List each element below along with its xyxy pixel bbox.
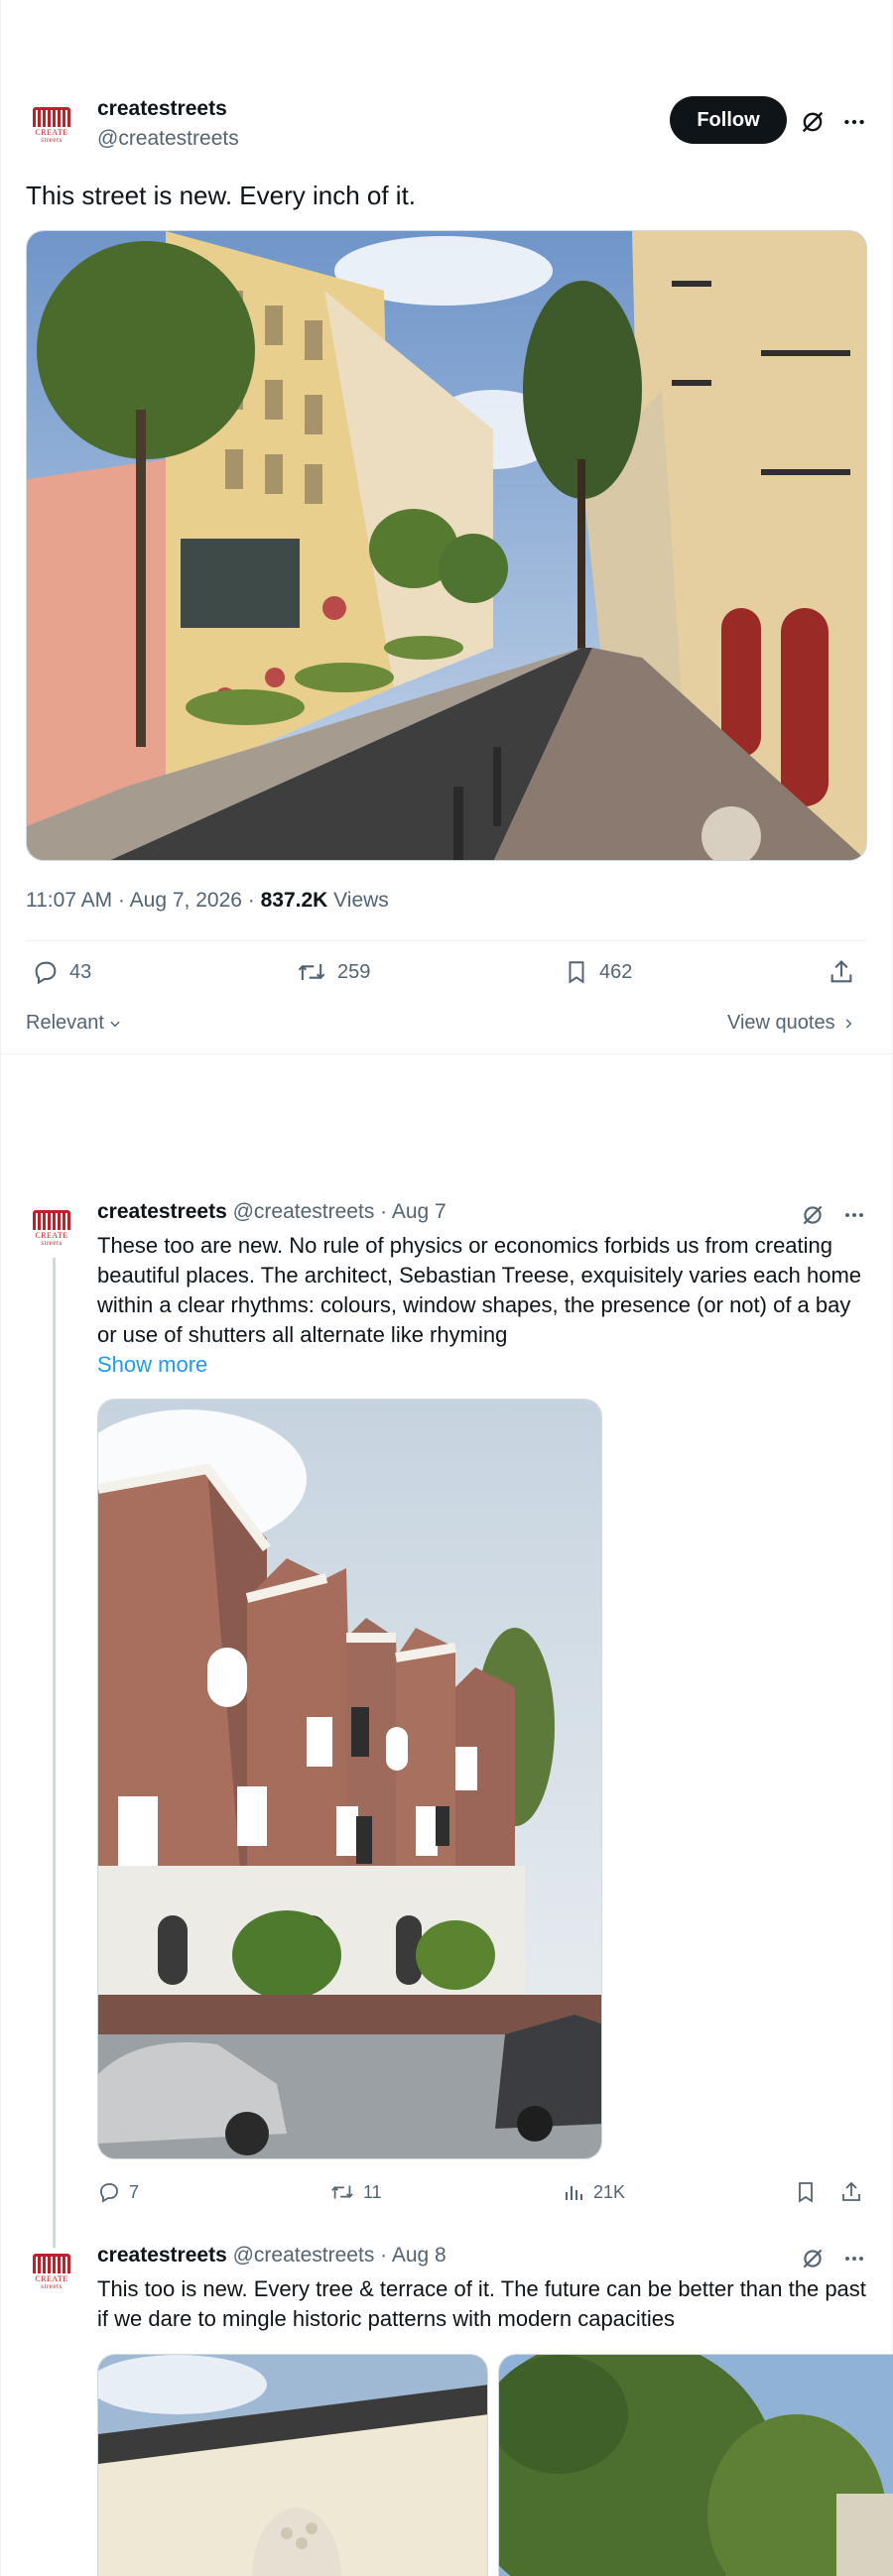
- chevron-right-icon: [841, 1017, 855, 1031]
- avatar-logo-subtext: streets: [41, 2281, 63, 2290]
- tweet-timestamp[interactable]: 11:07 AM · Aug 7, 2026 ·: [26, 889, 261, 912]
- views-count: 837.2K: [260, 889, 328, 912]
- views-icon: [562, 2180, 585, 2204]
- bookmark-count: 462: [599, 960, 633, 983]
- show-more-link[interactable]: Show more: [97, 1350, 207, 1380]
- avatar-logo-building: [33, 2253, 70, 2273]
- views-label: Views: [327, 889, 389, 912]
- reply-views-count: 21K: [593, 2181, 626, 2202]
- retweet-button[interactable]: 259: [296, 958, 370, 986]
- reply-icon: [32, 958, 60, 986]
- reply-header: createstreets @createstreets · Aug 7: [97, 1200, 446, 1224]
- reply-photo-1[interactable]: [97, 2354, 488, 2576]
- reply-avatar[interactable]: CREATE streets: [28, 2248, 75, 2295]
- reply-icon: [97, 2180, 121, 2204]
- reply-reply-count: 7: [129, 2181, 140, 2202]
- retweet-icon: [296, 958, 327, 986]
- avatar-logo-subtext: streets: [41, 1238, 63, 1247]
- more-icon[interactable]: [835, 103, 873, 141]
- tweet-meta: 11:07 AM · Aug 7, 2026 · 837.2K Views: [26, 889, 389, 913]
- reply-display-name[interactable]: createstreets: [97, 2244, 227, 2267]
- section-divider: [0, 1053, 893, 1054]
- reply-header: createstreets @createstreets · Aug 8: [97, 2244, 446, 2268]
- reply-reply-button[interactable]: 7: [97, 2180, 139, 2204]
- more-icon[interactable]: [835, 1200, 873, 1230]
- user-handle[interactable]: @createstreets: [97, 127, 239, 151]
- reply-handle-date[interactable]: @createstreets · Aug 8: [233, 2244, 446, 2267]
- reply-text: These too are new. No rule of physics or…: [97, 1233, 862, 1347]
- grok-icon[interactable]: [794, 103, 831, 141]
- grok-icon[interactable]: [794, 1200, 831, 1230]
- bookmark-icon[interactable]: [794, 2180, 818, 2204]
- sort-label: Relevant: [26, 1012, 104, 1034]
- reply-retweet-count: 11: [363, 2181, 382, 2202]
- bookmark-button[interactable]: 462: [564, 958, 632, 986]
- divider: [26, 940, 867, 941]
- sort-dropdown[interactable]: Relevant: [26, 1012, 122, 1035]
- avatar-logo-building: [33, 1209, 70, 1230]
- share-icon[interactable]: [828, 958, 855, 986]
- retweet-count: 259: [337, 960, 371, 983]
- reply-retweet-button[interactable]: 11: [329, 2180, 382, 2204]
- reply-photo-2[interactable]: [498, 2354, 893, 2576]
- follow-button[interactable]: Follow: [670, 96, 787, 144]
- bookmark-icon: [564, 958, 589, 986]
- share-icon[interactable]: [839, 2180, 863, 2204]
- reply-handle-date[interactable]: @createstreets · Aug 7: [233, 1200, 446, 1223]
- reply-views-button[interactable]: 21K: [562, 2180, 625, 2204]
- grok-icon[interactable]: [794, 2244, 831, 2273]
- view-quotes-link[interactable]: View quotes: [727, 1012, 855, 1035]
- retweet-icon: [329, 2180, 355, 2204]
- reply-text: This too is new. Every tree & terrace of…: [97, 2276, 866, 2331]
- reply-button[interactable]: 43: [32, 958, 91, 986]
- avatar-logo-subtext: streets: [41, 135, 63, 144]
- tweet-text: This street is new. Every inch of it.: [26, 181, 417, 210]
- more-icon[interactable]: [835, 2244, 873, 2273]
- tweet-photo[interactable]: [26, 230, 867, 861]
- reply-avatar[interactable]: CREATE streets: [28, 1204, 75, 1252]
- chevron-down-icon: [108, 1017, 122, 1031]
- thread-line: [53, 1258, 56, 2250]
- display-name[interactable]: createstreets: [97, 97, 227, 121]
- reply-count: 43: [69, 960, 92, 983]
- reply-photo[interactable]: [97, 1399, 602, 2159]
- avatar-logo-building: [33, 106, 70, 127]
- reply-display-name[interactable]: createstreets: [97, 1200, 227, 1223]
- avatar[interactable]: CREATE streets: [28, 101, 75, 149]
- view-quotes-label: View quotes: [727, 1012, 835, 1034]
